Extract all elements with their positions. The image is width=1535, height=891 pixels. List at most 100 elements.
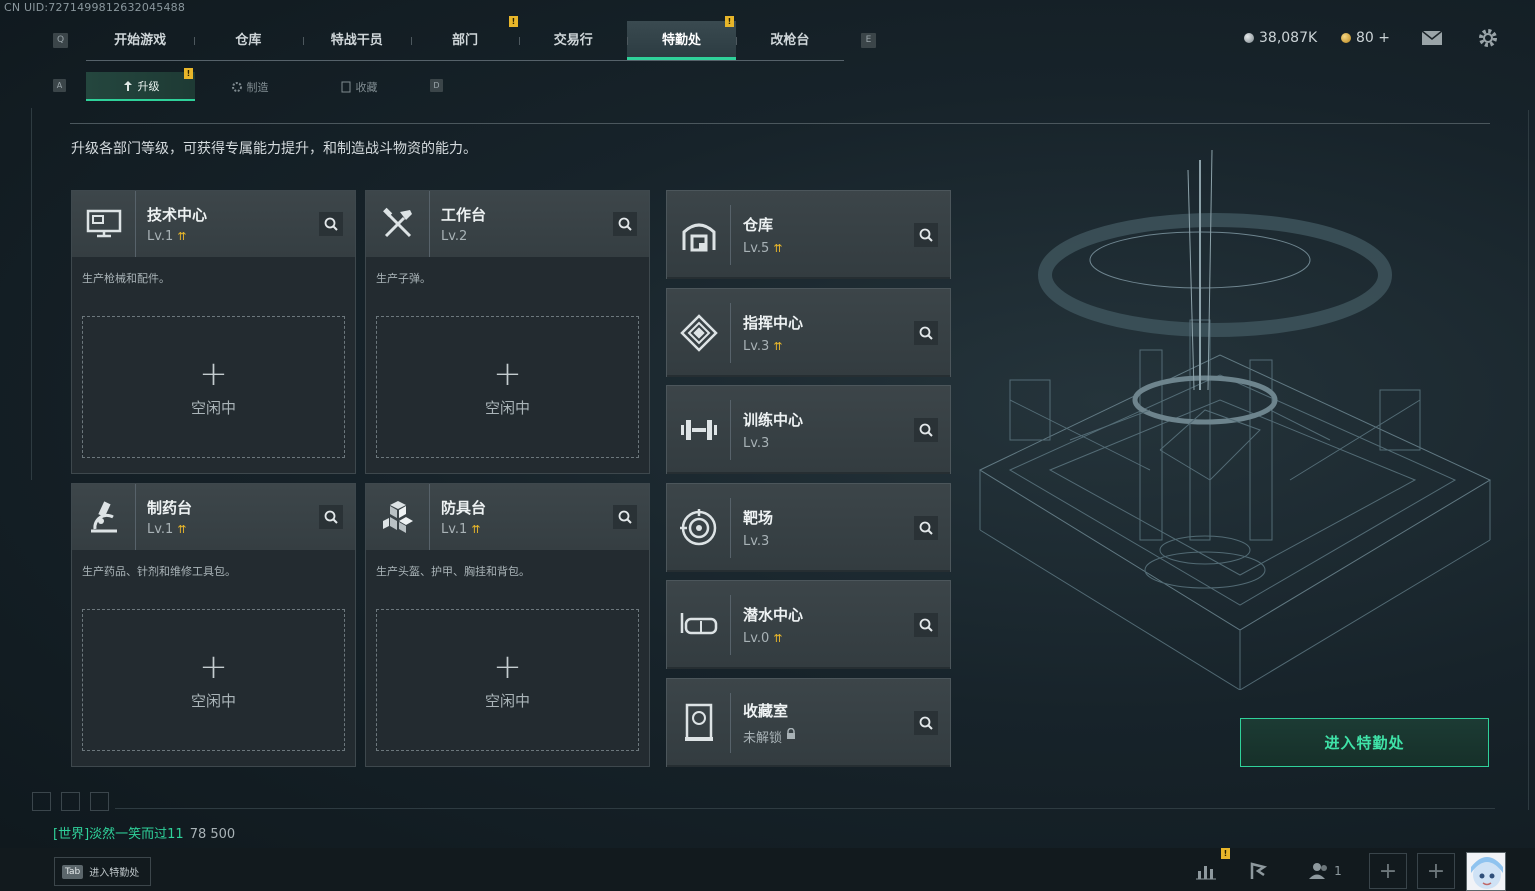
tab-key-label: Tab — [62, 864, 84, 879]
cubes-icon — [366, 484, 430, 550]
base-blueprint-illustration — [978, 150, 1492, 690]
add-plus-icon: + — [199, 353, 228, 394]
station-description: 生产枪械和配件。 — [82, 272, 170, 285]
station-level: Lv.1 — [147, 229, 174, 244]
add-party-slot-icon[interactable]: + — [1417, 853, 1455, 889]
diving-mask-icon — [667, 594, 731, 655]
target-icon — [667, 497, 731, 558]
production-slot[interactable]: + 空闲中 — [82, 316, 345, 458]
bond-amount: 80 + — [1356, 30, 1390, 46]
tab-operators[interactable]: 特战干员 — [302, 21, 411, 60]
slot-status: 空闲中 — [484, 398, 530, 417]
user-uid: CN UID:7271499812632045488 — [4, 1, 186, 14]
station-level: Lv.2 — [441, 229, 468, 244]
tab-enter-hint[interactable]: Tab 进入特勤处 — [54, 857, 151, 886]
slot-status: 空闲中 — [484, 691, 530, 710]
station-card-header: 制药台 Lv.1 ⇈ — [72, 484, 355, 550]
facility-diving-center[interactable]: 潜水中心 Lv.0 ⇈ — [666, 580, 951, 669]
upgrade-icon — [123, 80, 132, 91]
bond-balance[interactable]: 80 + — [1341, 30, 1390, 46]
craft-gear-icon — [231, 81, 242, 92]
flag-icon[interactable] — [1239, 853, 1277, 889]
upgrade-alert-badge: ! — [184, 68, 193, 79]
tab-special-ops[interactable]: 特勤处 — [627, 21, 736, 60]
trade-alert-badge: ! — [509, 16, 518, 27]
upgrade-available-icon: ⇈ — [177, 523, 187, 536]
quick-slot[interactable] — [90, 792, 109, 811]
facility-warehouse[interactable]: 仓库 Lv.5 ⇈ — [666, 190, 951, 279]
search-icon[interactable] — [914, 711, 938, 735]
search-icon[interactable] — [914, 418, 938, 442]
facility-level: Lv.3 — [743, 533, 770, 549]
mail-icon[interactable] — [1421, 30, 1443, 50]
search-icon[interactable] — [914, 223, 938, 247]
header-divider — [70, 123, 1490, 124]
subtab-collection[interactable]: 收藏 — [304, 72, 413, 101]
chat-message: 78 500 — [189, 827, 236, 842]
stats-alert-badge: ! — [1221, 848, 1230, 859]
tab-gunsmith[interactable]: 改枪台 — [735, 21, 844, 60]
tools-icon — [366, 191, 430, 257]
production-slot[interactable]: + 空闲中 — [82, 609, 345, 751]
facility-level: Lv.0 — [743, 630, 770, 646]
collection-icon — [667, 692, 731, 753]
search-icon[interactable] — [613, 212, 637, 236]
station-description: 生产头盔、护甲、胸挂和背包。 — [376, 565, 530, 578]
production-slot[interactable]: + 空闲中 — [376, 316, 639, 458]
stats-chart-icon[interactable] — [1187, 853, 1225, 889]
coin-icon — [1244, 33, 1254, 43]
coin-balance: 38,087K — [1244, 30, 1317, 46]
collection-small-icon — [341, 81, 350, 92]
upgrade-available-icon: ⇈ — [773, 339, 783, 353]
station-card-tech-center[interactable]: 技术中心 Lv.1 ⇈ 生产枪械和配件。 + 空闲中 — [71, 190, 356, 474]
key-hint-a: A — [53, 79, 66, 92]
chat-user[interactable]: 淡然一笑而过11 — [89, 827, 184, 842]
production-slot[interactable]: + 空闲中 — [376, 609, 639, 751]
key-hint-d: D — [430, 79, 443, 92]
search-icon[interactable] — [319, 505, 343, 529]
upgrade-available-icon: ⇈ — [773, 241, 783, 255]
facility-name: 收藏室 — [743, 701, 789, 720]
dumbbell-icon — [667, 399, 731, 460]
main-nav: 开始游戏 仓库 特战干员 部门 交易行 特勤处 改枪台 — [86, 21, 844, 61]
tab-trade[interactable]: 交易行 — [519, 21, 627, 60]
upgrade-available-icon: ⇈ — [471, 523, 481, 536]
search-icon[interactable] — [914, 516, 938, 540]
tab-department[interactable]: 部门 — [410, 21, 519, 60]
subtab-upgrade-label: 升级 — [137, 79, 160, 93]
station-card-pharmacy[interactable]: 制药台 Lv.1 ⇈ 生产药品、针剂和维修工具包。 + 空闲中 — [71, 483, 356, 767]
facility-command-center[interactable]: 指挥中心 Lv.3 ⇈ — [666, 288, 951, 377]
station-card-armor-bench[interactable]: 防具台 Lv.1 ⇈ 生产头盔、护甲、胸挂和背包。 + 空闲中 — [365, 483, 650, 767]
quick-slot[interactable] — [61, 792, 80, 811]
facility-collection-room[interactable]: 收藏室 未解锁 — [666, 678, 951, 767]
station-card-header: 技术中心 Lv.1 ⇈ — [72, 191, 355, 257]
facility-shooting-range[interactable]: 靶场 Lv.3 — [666, 483, 951, 572]
search-icon[interactable] — [613, 505, 637, 529]
coin-amount: 38,087K — [1259, 30, 1318, 46]
station-name: 制药台 — [147, 499, 193, 517]
command-icon — [667, 302, 731, 363]
subtab-upgrade[interactable]: 升级 — [86, 72, 195, 101]
add-party-slot-icon[interactable]: + — [1369, 853, 1407, 889]
station-name: 工作台 — [441, 206, 487, 224]
friends-icon[interactable]: 1 — [1302, 853, 1348, 889]
settings-gear-icon[interactable] — [1477, 27, 1499, 53]
facility-training-center[interactable]: 训练中心 Lv.3 — [666, 385, 951, 474]
enter-special-ops-button[interactable]: 进入特勤处 — [1240, 718, 1489, 767]
sub-nav: 升级 制造 收藏 — [86, 72, 413, 101]
quick-slot[interactable] — [32, 792, 51, 811]
search-icon[interactable] — [914, 613, 938, 637]
facility-level: Lv.3 — [743, 338, 770, 354]
subtab-craft[interactable]: 制造 — [195, 72, 304, 101]
tab-start-game[interactable]: 开始游戏 — [86, 21, 194, 60]
tab-warehouse[interactable]: 仓库 — [194, 21, 302, 60]
search-icon[interactable] — [319, 212, 343, 236]
world-chat-line[interactable]: [世界]淡然一笑而过11 78 500 — [53, 823, 235, 842]
station-card-workbench[interactable]: 工作台 Lv.2 生产子弹。 + 空闲中 — [365, 190, 650, 474]
player-avatar[interactable] — [1466, 852, 1506, 891]
search-icon[interactable] — [914, 321, 938, 345]
station-name: 防具台 — [441, 499, 487, 517]
page-description: 升级各部门等级，可获得专属能力提升，和制造战斗物资的能力。 — [71, 141, 477, 157]
subtab-craft-label: 制造 — [246, 80, 269, 94]
facility-name: 靶场 — [743, 508, 774, 527]
